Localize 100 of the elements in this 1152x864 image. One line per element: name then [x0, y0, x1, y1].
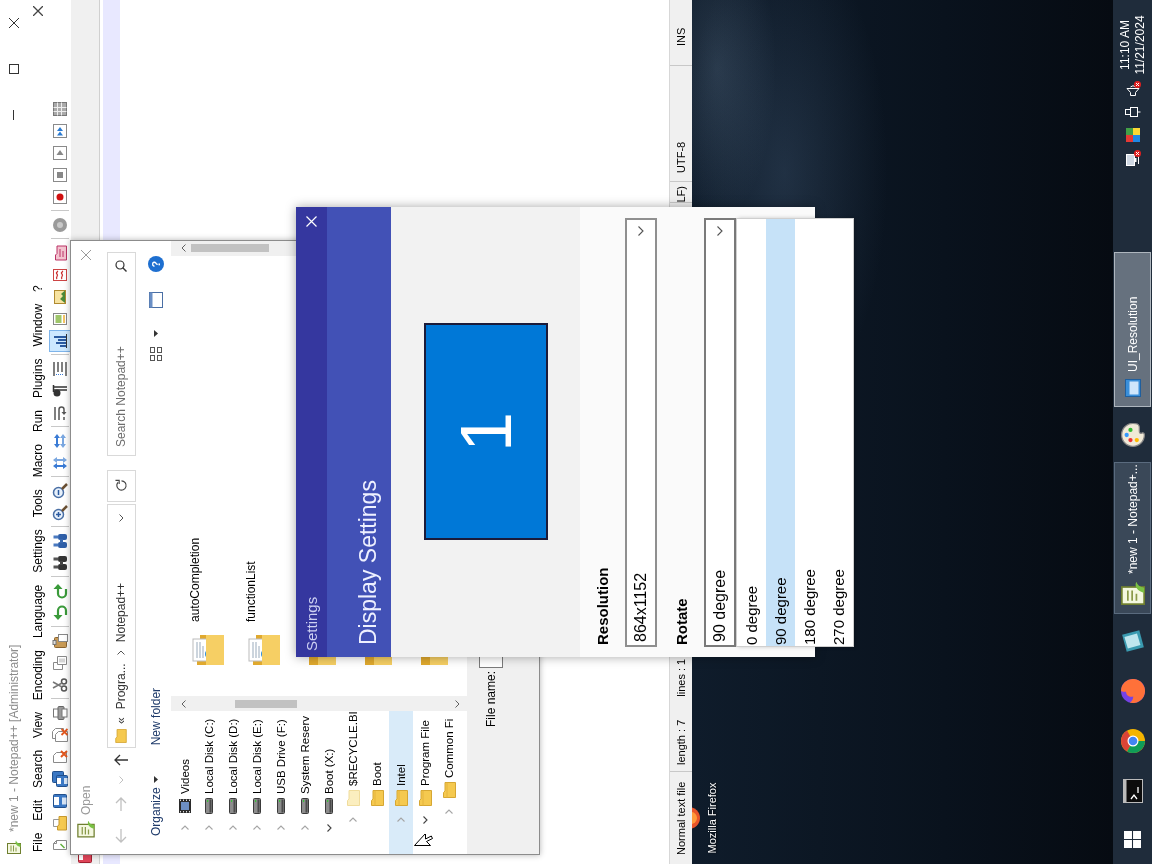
grid-view-icon[interactable] [150, 347, 162, 361]
nav-item[interactable]: Common Fi [437, 711, 461, 854]
menu-item[interactable]: Tools [29, 483, 47, 524]
menu-item[interactable]: Plugins [29, 352, 47, 404]
chevron-icon [638, 226, 644, 236]
nav-item[interactable]: Local Disk (C:) [197, 711, 221, 854]
file-name-field[interactable] [479, 657, 503, 668]
clock-date: 11/21/2024 [1132, 15, 1148, 75]
menu-item[interactable]: File [29, 826, 47, 858]
folder-item[interactable]: functionList [243, 561, 299, 666]
display-tile[interactable]: 1 [423, 323, 548, 541]
dropdown-option[interactable]: 270 degree [824, 219, 853, 646]
app-window-icon [1124, 379, 1141, 397]
plug-icon[interactable] [1124, 104, 1141, 120]
menu-item[interactable]: Search [29, 743, 47, 794]
nav-item[interactable]: Local Disk (E:) [245, 711, 269, 854]
address-bar[interactable]: « Progra... Notepad++ [106, 504, 136, 748]
nav-item[interactable]: Intel [389, 711, 413, 854]
chevron-icon[interactable] [422, 816, 428, 824]
scrollbar[interactable] [171, 696, 467, 712]
page-heading: Display Settings [354, 480, 382, 645]
notepad-icon [5, 840, 22, 856]
chevron-icon[interactable] [117, 650, 125, 656]
floppy-disks-icon[interactable] [49, 768, 71, 790]
menu-item[interactable]: View [29, 706, 47, 744]
nav-item[interactable]: Local Disk (D:) [221, 711, 245, 854]
network-icon[interactable] [1124, 150, 1141, 166]
menu-item[interactable]: Edit [29, 793, 47, 827]
search-icon [115, 260, 127, 272]
color-squares-icon[interactable] [1124, 127, 1141, 143]
refresh-icon [114, 479, 128, 493]
faded-folder-icon [346, 790, 360, 806]
help-button[interactable]: ? [148, 256, 164, 272]
dropdown-option[interactable]: 90 degree [766, 219, 795, 646]
folder-icon [370, 790, 384, 806]
folder-icon [418, 790, 432, 806]
shortcut-icon[interactable] [692, 806, 701, 830]
arrow-icon[interactable] [113, 752, 129, 768]
menu-item[interactable]: Run [29, 403, 47, 438]
notebook-icon[interactable] [1120, 629, 1145, 653]
command-button[interactable]: New folder [144, 681, 168, 752]
nav-item[interactable]: Boot (X:) [317, 711, 341, 854]
scrollbar[interactable] [171, 241, 297, 256]
palette-icon[interactable] [1120, 423, 1145, 447]
drive-icon [301, 798, 309, 814]
combo-box[interactable]: 864x1152 [625, 218, 657, 647]
dropdown-option[interactable]: 180 degree [795, 219, 824, 646]
folder-icon [394, 790, 408, 806]
start-icon[interactable] [1124, 831, 1141, 849]
field-label: Resolution [594, 567, 612, 645]
menu-item[interactable]: ? [29, 279, 47, 298]
dialog-title: Open [79, 785, 93, 815]
nav-item[interactable]: Boot [365, 711, 389, 854]
refresh-button[interactable] [106, 470, 136, 502]
field-label: Rotate [673, 598, 691, 645]
mouse-pointer-icon [414, 834, 433, 846]
film-strip-icon [178, 798, 192, 814]
preview-pane-icon[interactable] [149, 292, 163, 308]
command-button[interactable]: Organize [144, 770, 168, 842]
nav-item[interactable]: USB Drive (F:) [269, 711, 293, 854]
drive-icon [253, 798, 261, 814]
close-icon[interactable] [33, 6, 43, 16]
nav-item[interactable]: Program File [413, 711, 437, 854]
taskbar-button[interactable]: UI_Resolution [1114, 252, 1151, 407]
menu-item[interactable]: Encoding [29, 644, 47, 707]
shortcut-label[interactable]: Mozilla Firefox [705, 782, 719, 854]
menu-item[interactable]: Macro [29, 438, 47, 484]
nav-item[interactable]: $RECYCLE.BI [341, 711, 365, 854]
combo-box[interactable]: 90 degree [704, 218, 736, 647]
dropdown-option[interactable]: 0 degree [737, 219, 766, 646]
nav-item[interactable]: System Reserv [293, 711, 317, 854]
speaker-icon[interactable] [1124, 81, 1141, 97]
menu-item[interactable]: Window [29, 297, 47, 353]
scroll-thumb[interactable] [191, 244, 269, 253]
circle-logo-icon[interactable] [1120, 729, 1145, 753]
close-icon[interactable] [8, 18, 19, 28]
menu-item[interactable]: Language [29, 578, 47, 645]
drive-icon [205, 798, 213, 814]
maximize-icon[interactable] [8, 64, 19, 74]
chevron-icon[interactable] [326, 824, 332, 832]
status-text: lines : 1 [675, 658, 687, 697]
terminal-icon[interactable] [1122, 779, 1143, 803]
menu-item[interactable]: Settings [29, 523, 47, 579]
folder-icon [245, 634, 281, 666]
taskbar-button[interactable]: *new 1 - Notepad+... [1114, 462, 1151, 614]
search-field[interactable]: Search Notepad++ [106, 252, 136, 456]
app-title: Settings [303, 596, 320, 651]
caret-icon[interactable] [154, 330, 158, 337]
status-text: UTF-8 [675, 141, 687, 173]
status-text: Normal text file [675, 781, 687, 855]
scroll-thumb[interactable] [235, 699, 297, 708]
flame-globe-icon[interactable] [1120, 679, 1145, 703]
bar-chart-icon[interactable] [49, 330, 71, 352]
folder-item[interactable]: autoCompletion [187, 537, 243, 666]
field-label: File name: [483, 671, 499, 728]
breadcrumb[interactable]: Progra... [114, 663, 128, 710]
chevron-icon[interactable] [118, 514, 124, 522]
breadcrumb[interactable]: Notepad++ [114, 582, 128, 643]
overflow-chevrons[interactable]: « [114, 717, 128, 724]
nav-item[interactable]: Videos [173, 711, 197, 854]
